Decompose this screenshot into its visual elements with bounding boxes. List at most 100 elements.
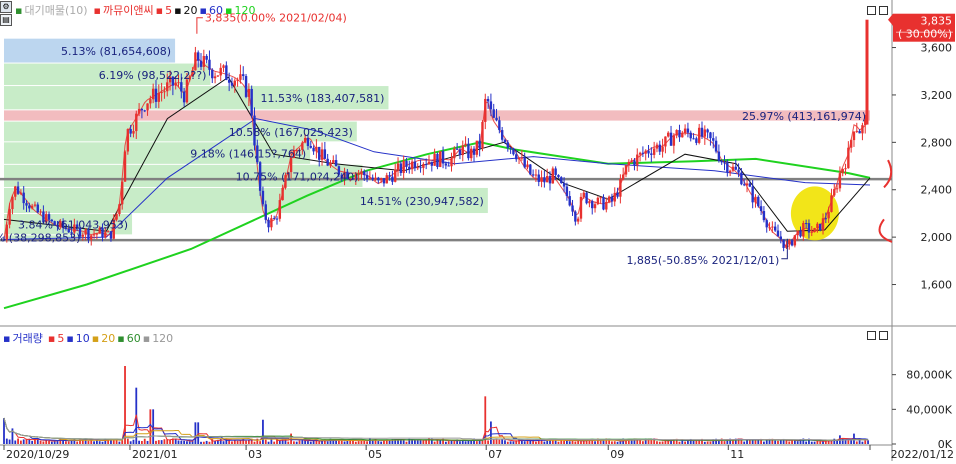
- volume-bar: [50, 441, 53, 444]
- vol-ma5-legend-label: 5: [57, 331, 65, 345]
- volume-bar: [810, 441, 813, 444]
- candle-body: [576, 218, 580, 222]
- candle-body: [202, 55, 206, 67]
- volume-bar: [557, 441, 560, 444]
- candle-body: [394, 169, 397, 182]
- candle-body: [81, 234, 85, 237]
- volume-bar: [149, 409, 152, 444]
- candle-body: [661, 146, 664, 152]
- volume-legend: ▪ 거래량 ▪ 5 ▪ 10 ▪ 20 ▪ 60 ▪ 120: [3, 330, 173, 346]
- candle-body: [771, 226, 774, 228]
- candle-body: [104, 232, 107, 238]
- volume-bar: [129, 441, 132, 444]
- candle-body: [647, 150, 650, 154]
- candle: [757, 195, 760, 208]
- candle-body: [475, 140, 479, 155]
- volume-bar: [22, 439, 25, 444]
- candle-body: [413, 161, 417, 169]
- vol-ma120-legend-label: 120: [152, 331, 174, 345]
- candle-body: [720, 160, 723, 163]
- candle-body: [318, 146, 321, 160]
- candle-body: [630, 160, 633, 162]
- candle-body: [852, 131, 856, 141]
- volume-bar: [855, 441, 858, 444]
- volume-bar: [377, 441, 380, 444]
- volume-bar: [259, 441, 262, 444]
- volume-bar: [197, 422, 200, 444]
- volume-bar: [309, 441, 312, 444]
- chart-type-icon[interactable]: ▤: [0, 14, 12, 26]
- volume-bar: [225, 438, 228, 444]
- volume-profile-legend-marker: ▪: [15, 3, 23, 17]
- volume-bar: [380, 441, 383, 444]
- candle-body: [833, 189, 836, 196]
- settings-icon[interactable]: ⚙: [0, 1, 12, 13]
- volume-bar: [76, 441, 79, 444]
- candle-body: [444, 163, 448, 166]
- candle-body: [591, 201, 594, 209]
- vol-ma5-legend-marker: ▪: [47, 331, 56, 345]
- volume-panel-minimize-button[interactable]: [867, 331, 876, 340]
- candle-body: [686, 128, 690, 133]
- volume-bar: [487, 440, 489, 444]
- volume-bar: [684, 441, 687, 444]
- candle-body: [450, 158, 453, 167]
- candle-body: [199, 60, 203, 67]
- vol-ma10-legend-label: 10: [75, 331, 90, 345]
- candle-body: [250, 88, 253, 116]
- candle-body: [416, 167, 419, 169]
- candle-body: [551, 168, 555, 184]
- candle: [529, 163, 532, 176]
- candle-body: [267, 219, 270, 228]
- volume-bar: [163, 439, 166, 444]
- volume-bar: [416, 440, 419, 444]
- price-panel-minimize-button[interactable]: [867, 6, 876, 15]
- candle-body: [593, 204, 597, 209]
- candle-body: [841, 168, 844, 174]
- volume-bar: [222, 441, 225, 444]
- candle-body: [385, 175, 388, 184]
- ma20-legend-label: 20: [183, 3, 198, 17]
- candle: [250, 85, 253, 119]
- current-price-tag-divider: [896, 31, 953, 33]
- volume-bar: [433, 441, 436, 444]
- candle-body: [478, 140, 481, 149]
- volume-profile-label: 9.18% (146,15?,764): [190, 148, 306, 161]
- candle-body: [272, 218, 276, 220]
- candle-body: [197, 52, 200, 61]
- candle-body: [208, 59, 211, 70]
- volume-bar: [501, 438, 504, 444]
- current-change-label: ( 30.00%): [898, 28, 952, 41]
- candle-body: [320, 149, 324, 160]
- candle-body: [278, 200, 282, 219]
- candle-body: [582, 192, 585, 197]
- candle-body: [515, 154, 518, 160]
- candle-body: [371, 177, 374, 180]
- volume-bar: [186, 441, 188, 444]
- candle-body: [160, 92, 163, 94]
- candle-body: [399, 163, 403, 173]
- candle-body: [436, 153, 439, 167]
- vol-ma20-legend-label: 20: [101, 331, 116, 345]
- volume-profile-label: 3.84% (61,043,953): [18, 219, 128, 232]
- candle-body: [782, 239, 785, 248]
- volume-bar: [366, 441, 368, 444]
- candle-body: [610, 196, 614, 202]
- candle-body: [222, 65, 225, 68]
- volume-bar: [563, 440, 565, 444]
- candle-body: [607, 196, 611, 202]
- volume-profile-label: 11.53% (183,407,581): [260, 92, 384, 105]
- candle-body: [709, 132, 712, 139]
- candle-body: [329, 162, 332, 166]
- volume-panel-maximize-button[interactable]: [879, 331, 888, 340]
- candle-body: [16, 186, 20, 194]
- price-panel-maximize-button[interactable]: [879, 6, 888, 15]
- volume-bar: [236, 440, 239, 444]
- candle-body: [194, 52, 197, 71]
- volume-bar: [326, 441, 329, 444]
- candle-body: [433, 153, 436, 166]
- candle-body: [410, 161, 414, 170]
- candle-body: [408, 166, 411, 170]
- volume-bar: [447, 441, 450, 444]
- volume-profile-label: 2.41% (38,298,853): [0, 231, 80, 244]
